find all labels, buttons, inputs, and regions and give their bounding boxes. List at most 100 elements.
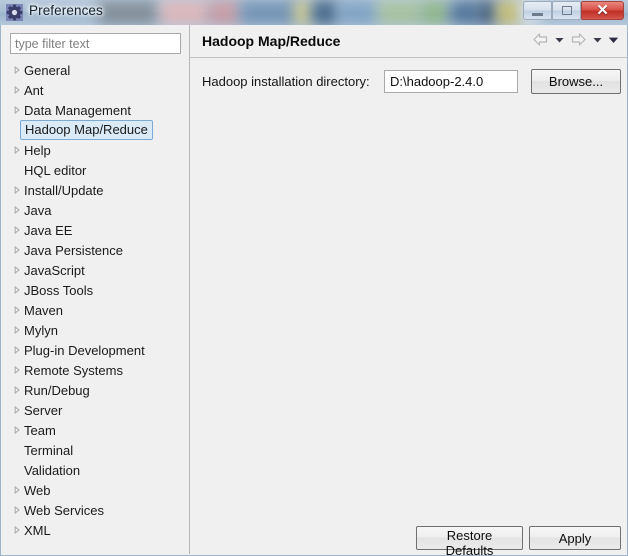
sidebar-item-hql-editor[interactable]: HQL editor: [10, 160, 181, 180]
sidebar-item-ant[interactable]: Ant: [10, 80, 181, 100]
minimize-button[interactable]: [523, 1, 552, 20]
minimize-icon: [532, 12, 543, 16]
sidebar-item-server[interactable]: Server: [10, 400, 181, 420]
chevron-right-icon[interactable]: [12, 345, 22, 355]
sidebar-item-label: Run/Debug: [24, 382, 90, 398]
filter-input[interactable]: [10, 33, 181, 54]
restore-defaults-button[interactable]: Restore Defaults: [416, 526, 523, 556]
chevron-right-icon[interactable]: [12, 285, 22, 295]
preference-page: Hadoop Map/Reduce Hadoop installation di…: [190, 25, 627, 556]
chevron-right-icon[interactable]: [12, 325, 22, 335]
sidebar-item-java-ee[interactable]: Java EE: [10, 220, 181, 240]
sidebar-item-label: General: [24, 62, 71, 78]
sidebar-item-team[interactable]: Team: [10, 420, 181, 440]
sidebar-item-java-persistence[interactable]: Java Persistence: [10, 240, 181, 260]
sidebar-item-general[interactable]: General: [10, 60, 181, 80]
hadoop-directory-row: Hadoop installation directory: Browse...: [190, 69, 627, 96]
chevron-right-icon[interactable]: [12, 385, 22, 395]
sidebar-item-terminal[interactable]: Terminal: [10, 440, 181, 460]
gear-icon: [6, 4, 23, 21]
glass-blur-decoration: [208, 0, 240, 25]
sidebar-item-remote-systems[interactable]: Remote Systems: [10, 360, 181, 380]
sidebar-item-label: Server: [24, 402, 63, 418]
sidebar-item-label: JBoss Tools: [24, 282, 94, 298]
sidebar-item-label: Help: [24, 142, 51, 158]
glass-blur-decoration: [338, 0, 378, 25]
sidebar-item-plug-in-development[interactable]: Plug-in Development: [10, 340, 181, 360]
sidebar-item-label: Hadoop Map/Reduce: [20, 119, 153, 140]
glass-blur-decoration: [240, 0, 300, 25]
sidebar-item-run-debug[interactable]: Run/Debug: [10, 380, 181, 400]
preferences-tree[interactable]: General Ant Data Management Hadoop Map/Redu…: [10, 60, 181, 545]
maximize-button[interactable]: [552, 1, 581, 20]
apply-button[interactable]: Apply: [529, 526, 621, 550]
sidebar-item-validation[interactable]: Validation: [10, 460, 181, 480]
sidebar-item-hadoop-map-reduce[interactable]: Hadoop Map/Reduce: [10, 119, 181, 140]
preferences-window: Preferences ✕ GeneralAntData ManagementH…: [0, 0, 628, 556]
sidebar-item-help[interactable]: Help: [10, 140, 181, 160]
page-header: Hadoop Map/Reduce: [190, 25, 627, 58]
chevron-right-icon[interactable]: [12, 525, 22, 535]
caret-down-icon-view-menu[interactable]: [608, 34, 619, 45]
sidebar-item-label: Web Services: [24, 502, 104, 518]
sidebar-item-label: Ant: [24, 82, 44, 98]
sidebar-item-label: Data Management: [24, 102, 131, 118]
sidebar-item-label: Install/Update: [24, 182, 104, 198]
chevron-right-icon[interactable]: [12, 225, 22, 235]
chevron-right-icon[interactable]: [12, 405, 22, 415]
caret-down-icon-forward[interactable]: [592, 34, 603, 45]
sidebar-item-label: Java: [24, 202, 52, 218]
sidebar-item-web[interactable]: Web: [10, 480, 181, 500]
sidebar-item-jboss-tools[interactable]: JBoss Tools: [10, 280, 181, 300]
page-title: Hadoop Map/Reduce: [202, 33, 341, 49]
sidebar-item-label: Web: [24, 482, 51, 498]
hadoop-directory-input[interactable]: [384, 70, 518, 93]
glass-blur-decoration: [496, 0, 522, 25]
glass-blur-decoration: [98, 0, 158, 25]
sidebar-item-label: Remote Systems: [24, 362, 123, 378]
chevron-right-icon[interactable]: [12, 85, 22, 95]
sidebar-item-mylyn[interactable]: Mylyn: [10, 320, 181, 340]
chevron-right-icon[interactable]: [12, 365, 22, 375]
restore-icon: [561, 6, 572, 15]
sidebar-item-label: XML: [24, 522, 51, 538]
chevron-right-icon[interactable]: [12, 145, 22, 155]
chevron-right-icon[interactable]: [12, 185, 22, 195]
sidebar-item-xml[interactable]: XML: [10, 520, 181, 540]
sidebar-item-data-management[interactable]: Data Management: [10, 100, 181, 120]
arrow-left-icon[interactable]: [532, 32, 549, 47]
sidebar-item-javascript[interactable]: JavaScript: [10, 260, 181, 280]
sidebar-item-label: HQL editor: [24, 162, 87, 178]
page-navigation-controls: [532, 32, 619, 47]
sidebar-item-web-services[interactable]: Web Services: [10, 500, 181, 520]
glass-blur-decoration: [294, 0, 312, 25]
browse-button[interactable]: Browse...: [531, 69, 621, 94]
title-bar: Preferences ✕: [0, 0, 628, 25]
sidebar-item-label: Java EE: [24, 222, 73, 238]
window-title: Preferences: [29, 3, 103, 18]
sidebar-item-label: Java Persistence: [24, 242, 123, 258]
glass-blur-decoration: [422, 0, 448, 25]
sidebar-item-maven[interactable]: Maven: [10, 300, 181, 320]
chevron-right-icon[interactable]: [12, 485, 22, 495]
sidebar-item-label: Plug-in Development: [24, 342, 145, 358]
glass-blur-decoration: [478, 0, 498, 25]
chevron-right-icon[interactable]: [12, 425, 22, 435]
caret-down-icon-back[interactable]: [554, 34, 565, 45]
chevron-right-icon[interactable]: [12, 305, 22, 315]
sidebar-item-label: JavaScript: [24, 262, 85, 278]
chevron-right-icon[interactable]: [12, 65, 22, 75]
sidebar-item-label: Mylyn: [24, 322, 58, 338]
glass-blur-decoration: [378, 0, 422, 25]
preferences-sidebar: General Ant Data ManagementHadoop Map/Redu…: [1, 25, 189, 554]
chevron-right-icon[interactable]: [12, 105, 22, 115]
chevron-right-icon[interactable]: [12, 245, 22, 255]
sidebar-item-install-update[interactable]: Install/Update: [10, 180, 181, 200]
sidebar-item-java[interactable]: Java: [10, 200, 181, 220]
chevron-right-icon[interactable]: [12, 265, 22, 275]
glass-blur-decoration: [160, 0, 208, 25]
chevron-right-icon[interactable]: [12, 505, 22, 515]
chevron-right-icon[interactable]: [12, 205, 22, 215]
close-button[interactable]: ✕: [581, 1, 624, 20]
arrow-right-icon[interactable]: [570, 32, 587, 47]
